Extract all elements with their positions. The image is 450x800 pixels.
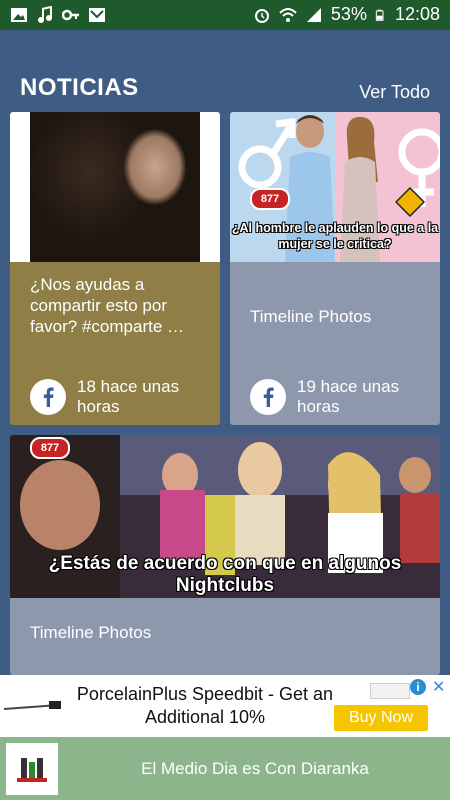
clock: 12:08 <box>394 4 440 24</box>
news-card-image: 877 ¿Al hombre le aplauden lo que a la m… <box>230 112 440 262</box>
card-image-caption: ¿Al hombre le aplauden lo que a la mujer… <box>231 221 439 251</box>
radio-logo-badge: 877 <box>30 437 70 459</box>
news-header: NOTICIAS Ver Todo <box>0 70 450 110</box>
notification-icons <box>10 6 106 24</box>
ad-banner[interactable]: PorcelainPlus Speedbit - Get an Addition… <box>0 675 450 737</box>
card-image-caption: ¿Estás de acuerdo con que en algunos Nig… <box>48 553 402 596</box>
card-meta: 19 hace unas horas <box>250 377 422 417</box>
ad-brand-logo <box>370 683 410 699</box>
ad-info-icon[interactable]: i <box>410 679 426 695</box>
image-icon <box>11 8 27 22</box>
news-card[interactable]: 877 ¿Estás de acuerdo con que en algunos… <box>10 435 440 675</box>
wifi-icon <box>279 7 297 22</box>
signal-icon <box>306 7 321 22</box>
news-card[interactable]: ¿Nos ayudas a compartir esto por favor? … <box>10 112 220 425</box>
radio-logo-badge: 877 <box>250 188 290 210</box>
buy-now-button[interactable]: Buy Now <box>334 705 428 731</box>
now-playing-title: El Medio Dia es Con Diaranka <box>141 759 369 778</box>
news-card-image: 877 ¿Estás de acuerdo con que en algunos… <box>10 435 440 598</box>
card-timestamp: 18 hace unas horas <box>77 377 180 416</box>
battery-icon <box>375 9 384 21</box>
music-icon <box>38 6 52 23</box>
now-playing-bar[interactable]: El Medio Dia es Con Diaranka <box>0 737 450 800</box>
card-photo <box>30 112 200 262</box>
news-card-text: Timeline Photos <box>30 623 152 642</box>
news-card-image <box>10 112 220 262</box>
battery-percent: 53% <box>330 4 367 24</box>
mail-icon <box>89 8 105 22</box>
see-all-link[interactable]: Ver Todo <box>359 82 430 103</box>
ad-text: PorcelainPlus Speedbit - Get an Addition… <box>76 684 334 727</box>
status-bar: 53% 12:08 <box>0 0 450 30</box>
key-icon <box>62 9 79 21</box>
alarm-icon <box>254 8 269 23</box>
card-timestamp: 19 hace unas horas <box>297 377 400 416</box>
facebook-icon <box>250 379 286 415</box>
station-logo <box>6 743 58 795</box>
news-card-text: Timeline Photos <box>250 307 372 326</box>
news-card-text: ¿Nos ayudas a compartir esto por favor? … <box>30 275 185 336</box>
system-icons: 53% 12:08 <box>253 4 440 25</box>
section-title: NOTICIAS <box>20 74 139 101</box>
warning-sign-icon <box>395 187 425 217</box>
facebook-icon <box>30 379 66 415</box>
close-icon[interactable]: ✕ <box>432 677 445 697</box>
card-meta: 18 hace unas horas <box>30 377 202 417</box>
news-card[interactable]: 877 ¿Al hombre le aplauden lo que a la m… <box>230 112 440 425</box>
